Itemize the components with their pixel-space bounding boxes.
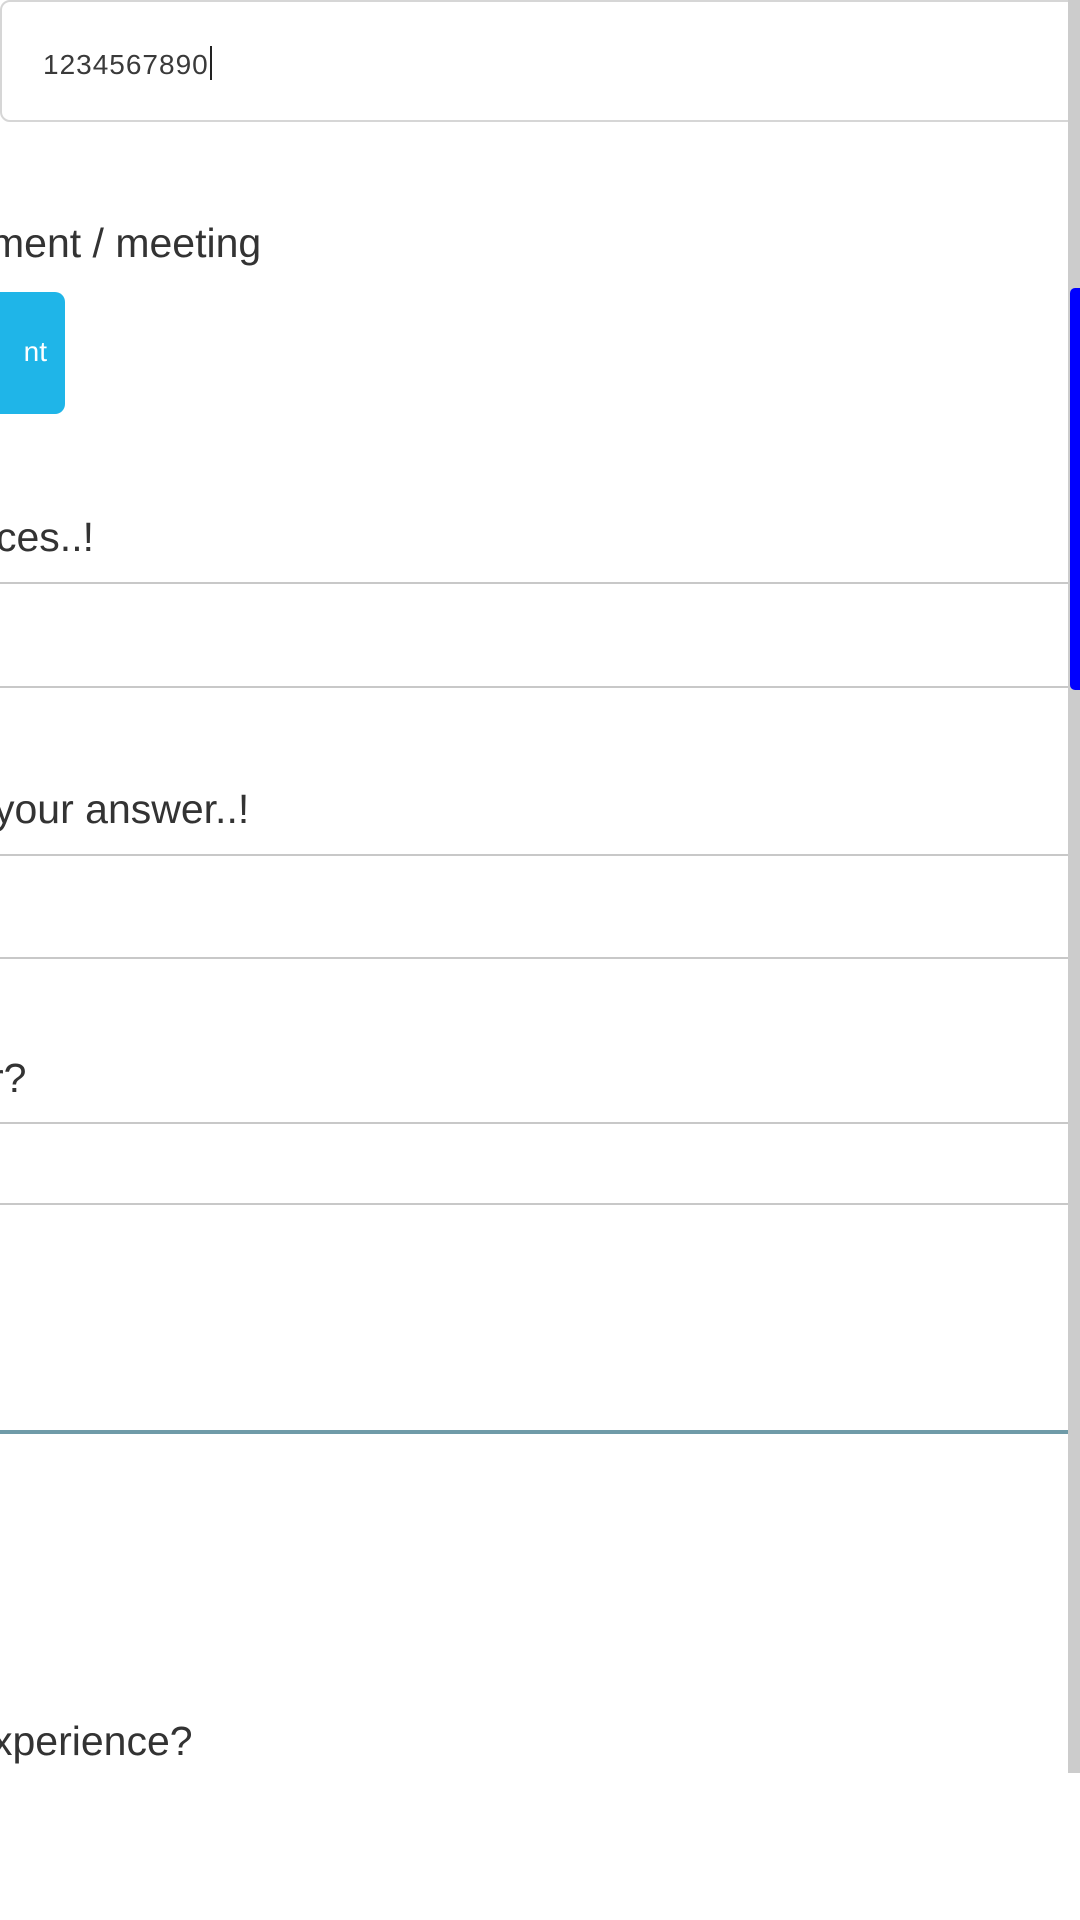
phone-input[interactable]: 1234567890 (0, 0, 1068, 122)
appointment-button[interactable]: nt (0, 292, 65, 414)
textarea-focus-underline[interactable] (0, 1430, 1068, 1434)
services-label: ces..! (0, 514, 94, 560)
appointment-label: ment / meeting (0, 220, 262, 266)
phone-input-value: 1234567890 (43, 46, 212, 81)
page: 1234567890 ment / meeting nt ces..! your… (0, 0, 1080, 1920)
scrollbar-thumb[interactable] (1070, 288, 1080, 690)
text-caret (209, 46, 212, 80)
services-divider-bottom[interactable] (0, 686, 1068, 688)
appointment-button-label: nt (23, 336, 47, 367)
other-label: r? (0, 1055, 27, 1101)
answer-divider-bottom[interactable] (0, 957, 1068, 959)
experience-label: xperience? (0, 1718, 193, 1764)
answer-divider-top (0, 854, 1068, 856)
services-divider-top (0, 582, 1068, 584)
other-divider-bottom[interactable] (0, 1203, 1068, 1205)
form-content: 1234567890 ment / meeting nt ces..! your… (0, 0, 1068, 1773)
answer-label: your answer..! (0, 786, 250, 832)
scrollbar-track[interactable] (1068, 0, 1080, 1773)
other-divider-top (0, 1122, 1068, 1124)
